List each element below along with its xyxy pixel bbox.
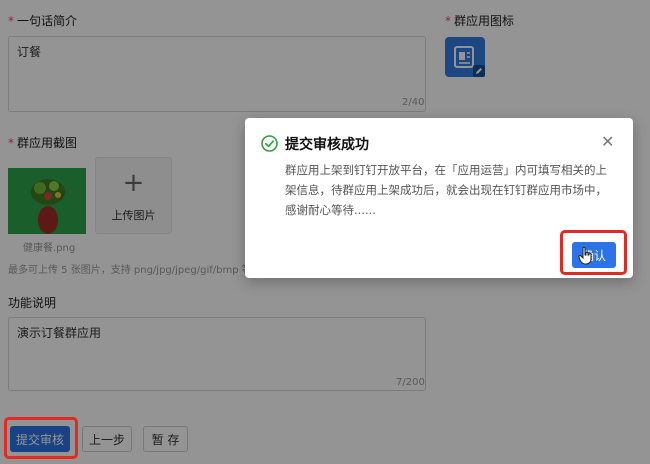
close-icon[interactable]: ✕ bbox=[601, 132, 614, 151]
check-circle-icon bbox=[261, 135, 278, 152]
dialog-title: 提交审核成功 bbox=[285, 137, 369, 153]
submit-highlight-box bbox=[4, 417, 78, 459]
dialog-message: 群应用上架到钉钉开放平台，在「应用运营」内可填写相关的上架信息，待群应用上架成功… bbox=[285, 163, 607, 217]
hand-cursor-icon bbox=[578, 246, 592, 265]
success-dialog: 提交审核成功 ✕ 群应用上架到钉钉开放平台，在「应用运营」内可填写相关的上架信息… bbox=[245, 118, 633, 278]
